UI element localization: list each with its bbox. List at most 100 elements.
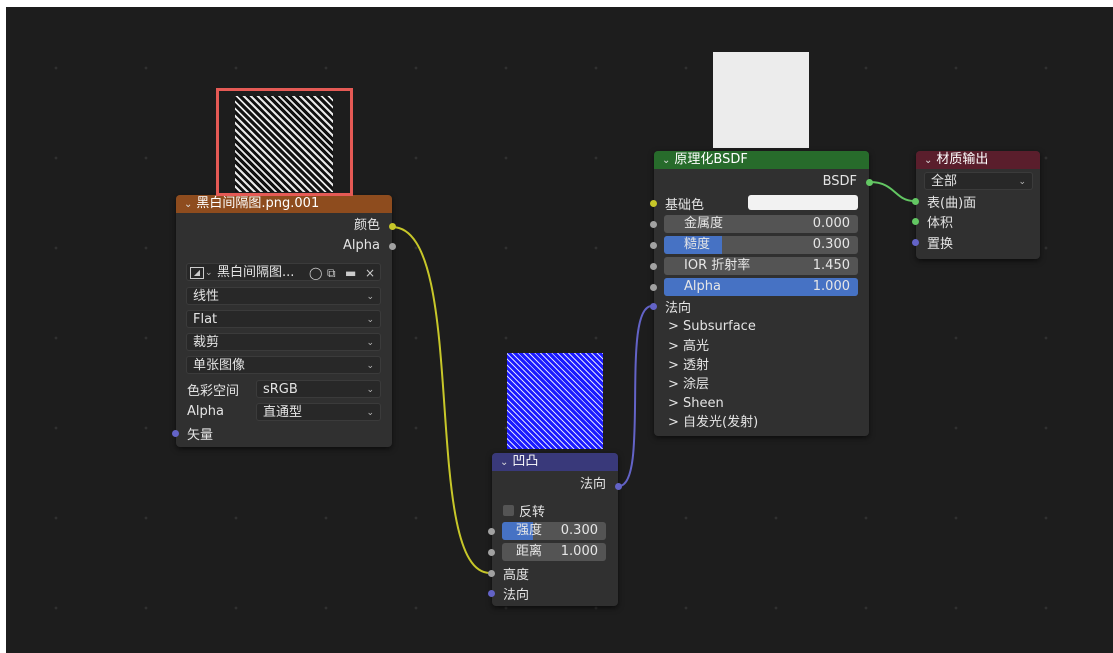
image-output-alpha: Alpha [176, 236, 392, 256]
principled-bsdf-node[interactable]: ⌄ 原理化BSDF BSDF 基础色 金属度 0.000 糙度 0.300 IOR… [650, 151, 873, 436]
panel-sheen[interactable]: > Sheen [668, 394, 724, 414]
alpha-label: Alpha [684, 279, 721, 294]
colorspace-label: 色彩空间 [187, 384, 240, 399]
height-input-socket[interactable] [488, 570, 495, 577]
strength-field[interactable]: 强度 0.300 [502, 522, 606, 540]
displacement-input-socket[interactable] [912, 239, 919, 246]
panel-coat-label: 涂层 [683, 377, 710, 392]
alpha-mode-label: Alpha [187, 404, 224, 419]
image-output-color: 颜色 [176, 216, 392, 236]
strength-input-socket[interactable] [488, 528, 495, 535]
panel-chevron-icon: > [668, 415, 684, 430]
panel-specular[interactable]: > 高光 [668, 337, 709, 357]
image-texture-node[interactable]: ⌄ 黑白间隔图.png.001 颜色 Alpha ◢ ⌄ 黑白间隔图... ◯ ⧉… [172, 195, 396, 447]
panel-transmission[interactable]: > 透射 [668, 356, 709, 376]
normal-input-label: 法向 [503, 588, 530, 603]
normal-output-socket[interactable] [615, 483, 622, 490]
output-node-header[interactable]: ⌄ 材质输出 [916, 151, 1040, 169]
collapse-chevron-icon[interactable]: ⌄ [662, 155, 670, 166]
dropdown-chevron-icon: ⌄ [366, 292, 374, 302]
panel-chevron-icon: > [668, 339, 684, 354]
base-color-label: 基础色 [665, 198, 705, 213]
panel-coat[interactable]: > 涂层 [668, 375, 709, 395]
dropdown-chevron-icon: ⌄ [366, 408, 374, 418]
alpha-value: 1.000 [812, 279, 850, 294]
strength-label: 强度 [516, 523, 543, 538]
bsdf-node-header[interactable]: ⌄ 原理化BSDF [654, 151, 869, 169]
bsdf-node-title: 原理化BSDF [674, 152, 748, 167]
output-bsdf-label: BSDF [822, 174, 857, 189]
alpha-mode-value: 直通型 [263, 405, 303, 420]
distance-value: 1.000 [560, 544, 598, 559]
image-name[interactable]: 黑白间隔图... [217, 264, 294, 282]
invert-label: 反转 [519, 505, 546, 520]
projection-dropdown[interactable]: Flat ⌄ [186, 310, 381, 328]
invert-checkbox[interactable] [503, 505, 514, 516]
alpha-mode-dropdown[interactable]: 直通型 ⌄ [256, 403, 381, 421]
dropdown-chevron-icon: ⌄ [1018, 177, 1026, 187]
highlight-box [216, 88, 353, 196]
ior-label: IOR 折射率 [684, 258, 751, 273]
output-node-title: 材质输出 [936, 152, 989, 167]
normal-input-label: 法向 [665, 301, 692, 316]
output-normal-label: 法向 [579, 477, 606, 492]
fake-user-shield-icon[interactable]: ◯ [309, 264, 322, 282]
normal-input-socket[interactable] [650, 303, 657, 310]
volume-input-socket[interactable] [912, 218, 919, 225]
ior-input-socket[interactable] [650, 263, 657, 270]
collapse-chevron-icon[interactable]: ⌄ [184, 199, 192, 210]
open-folder-icon[interactable]: ▬ [345, 264, 356, 282]
panel-subsurface[interactable]: > Subsurface [668, 317, 756, 337]
normal-input-socket[interactable] [488, 590, 495, 597]
color-output-socket[interactable] [389, 223, 396, 230]
surface-input-socket[interactable] [912, 198, 919, 205]
bump-node-header[interactable]: ⌄ 凹凸 [492, 453, 618, 471]
metallic-field[interactable]: 金属度 0.000 [664, 215, 858, 233]
panel-emission-label: 自发光(发射) [683, 415, 759, 430]
base-color-swatch[interactable] [748, 195, 858, 210]
distance-input-socket[interactable] [488, 549, 495, 556]
dropdown-chevron-icon: ⌄ [366, 361, 374, 371]
alpha-output-socket[interactable] [389, 243, 396, 250]
source-value: 单张图像 [193, 358, 246, 373]
extension-value: 裁剪 [193, 335, 220, 350]
panel-subsurface-label: Subsurface [683, 319, 756, 334]
unlink-close-icon[interactable]: × [365, 264, 375, 282]
ior-field[interactable]: IOR 折射率 1.450 [664, 257, 858, 275]
colorspace-dropdown[interactable]: sRGB ⌄ [256, 380, 381, 398]
panel-chevron-icon: > [668, 319, 684, 334]
base-color-input-socket[interactable] [650, 200, 657, 207]
alpha-input-socket[interactable] [650, 284, 657, 291]
image-selector[interactable]: ◢ ⌄ 黑白间隔图... ◯ ⧉ ▬ × [186, 263, 381, 281]
image-browse-chevron-icon[interactable]: ⌄ [205, 264, 213, 282]
dropdown-chevron-icon: ⌄ [366, 315, 374, 325]
collapse-chevron-icon[interactable]: ⌄ [500, 457, 508, 468]
roughness-input-socket[interactable] [650, 242, 657, 249]
displacement-input-label: 置换 [927, 237, 954, 252]
material-output-node[interactable]: ⌄ 材质输出 全部 ⌄ 表(曲)面 体积 置换 [912, 151, 1040, 259]
alpha-field[interactable]: Alpha 1.000 [664, 278, 858, 296]
panel-chevron-icon: > [668, 358, 684, 373]
bump-node[interactable]: ⌄ 凹凸 法向 反转 强度 0.300 距离 1.000 高度 法向 [488, 453, 622, 606]
source-dropdown[interactable]: 单张图像 ⌄ [186, 356, 381, 374]
panel-emission[interactable]: > 自发光(发射) [668, 413, 758, 433]
extension-dropdown[interactable]: 裁剪 ⌄ [186, 333, 381, 351]
duplicate-icon[interactable]: ⧉ [327, 264, 336, 282]
interpolation-dropdown[interactable]: 线性 ⌄ [186, 287, 381, 305]
roughness-field[interactable]: 糙度 0.300 [664, 236, 858, 254]
colorspace-value: sRGB [263, 382, 298, 397]
bsdf-output: BSDF [654, 172, 869, 192]
output-color-label: 颜色 [353, 218, 380, 233]
roughness-label: 糙度 [684, 237, 711, 252]
image-browse-icon[interactable]: ◢ [190, 267, 204, 279]
target-dropdown[interactable]: 全部 ⌄ [924, 172, 1033, 190]
distance-field[interactable]: 距离 1.000 [502, 543, 606, 561]
panel-sheen-label: Sheen [683, 396, 724, 411]
bsdf-output-socket[interactable] [866, 179, 873, 186]
metallic-input-socket[interactable] [650, 221, 657, 228]
panel-chevron-icon: > [668, 396, 684, 411]
surface-input-label: 表(曲)面 [927, 196, 977, 211]
image-node-header[interactable]: ⌄ 黑白间隔图.png.001 [176, 195, 392, 213]
collapse-chevron-icon[interactable]: ⌄ [924, 155, 932, 166]
vector-input-socket[interactable] [172, 430, 179, 437]
